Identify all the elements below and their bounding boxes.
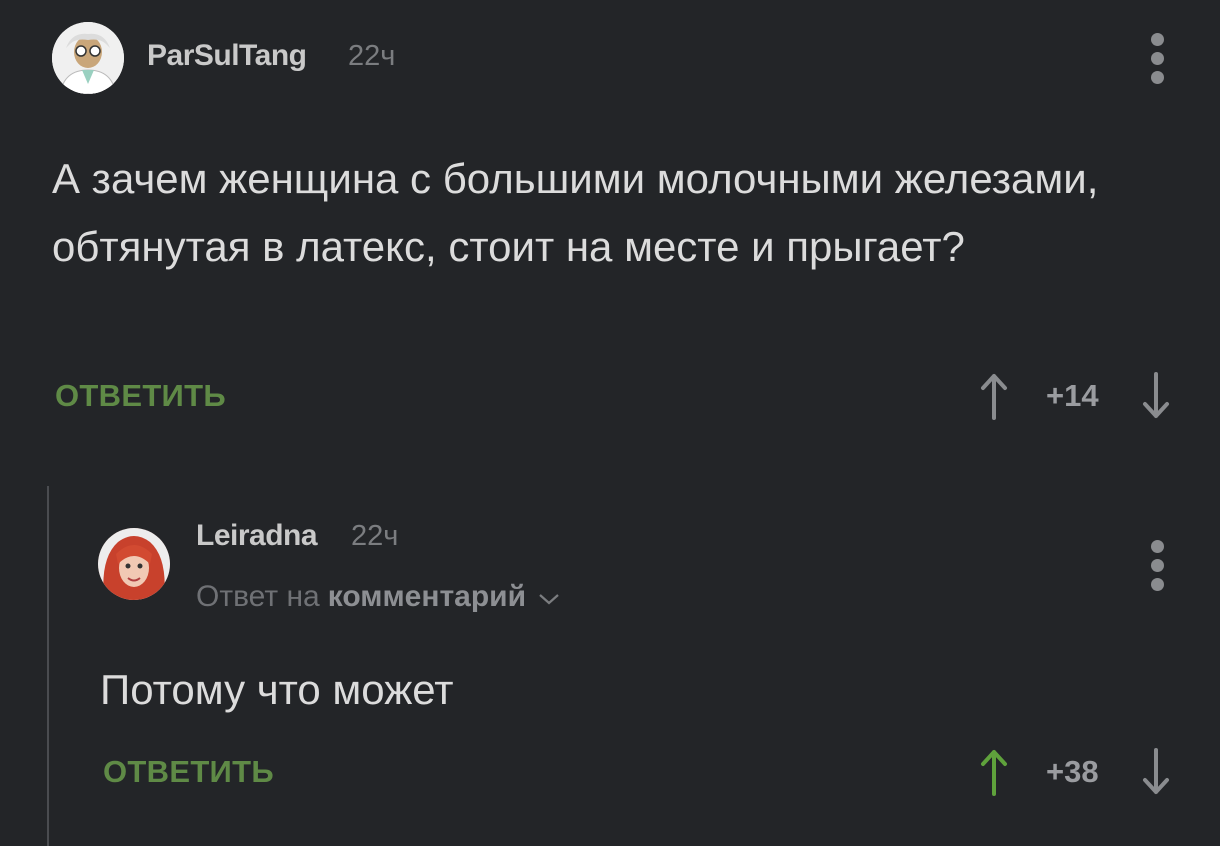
comment-username[interactable]: Leiradna: [196, 519, 318, 553]
thread-line[interactable]: [47, 486, 49, 846]
reply-button[interactable]: ОТВЕТИТЬ: [55, 378, 226, 414]
reply-button[interactable]: ОТВЕТИТЬ: [103, 754, 274, 790]
chevron-down-icon[interactable]: [538, 580, 560, 614]
more-options-icon[interactable]: [1150, 33, 1164, 84]
vote-score: +38: [1046, 754, 1099, 789]
comment-text: Потому что может: [100, 666, 454, 713]
vote-score: +14: [1046, 378, 1099, 413]
reply-to-prefix: Ответ на: [196, 580, 320, 613]
comment-username[interactable]: ParSulTang: [147, 39, 307, 73]
comment-time: 22ч: [348, 40, 396, 72]
reply-to-link[interactable]: комментарий: [328, 580, 526, 614]
upvote-arrow-icon[interactable]: [978, 748, 1010, 796]
downvote-arrow-icon[interactable]: [1140, 372, 1172, 420]
upvote-arrow-icon[interactable]: [978, 372, 1010, 420]
comment-text: А зачем женщина с большими молочными жел…: [52, 155, 1099, 270]
reply-to-indicator[interactable]: Ответ на комментарий: [196, 580, 560, 614]
avatar[interactable]: [52, 22, 124, 94]
comment-time: 22ч: [351, 520, 399, 552]
downvote-arrow-icon[interactable]: [1140, 748, 1172, 796]
avatar[interactable]: [98, 528, 170, 600]
more-options-icon[interactable]: [1150, 540, 1164, 591]
